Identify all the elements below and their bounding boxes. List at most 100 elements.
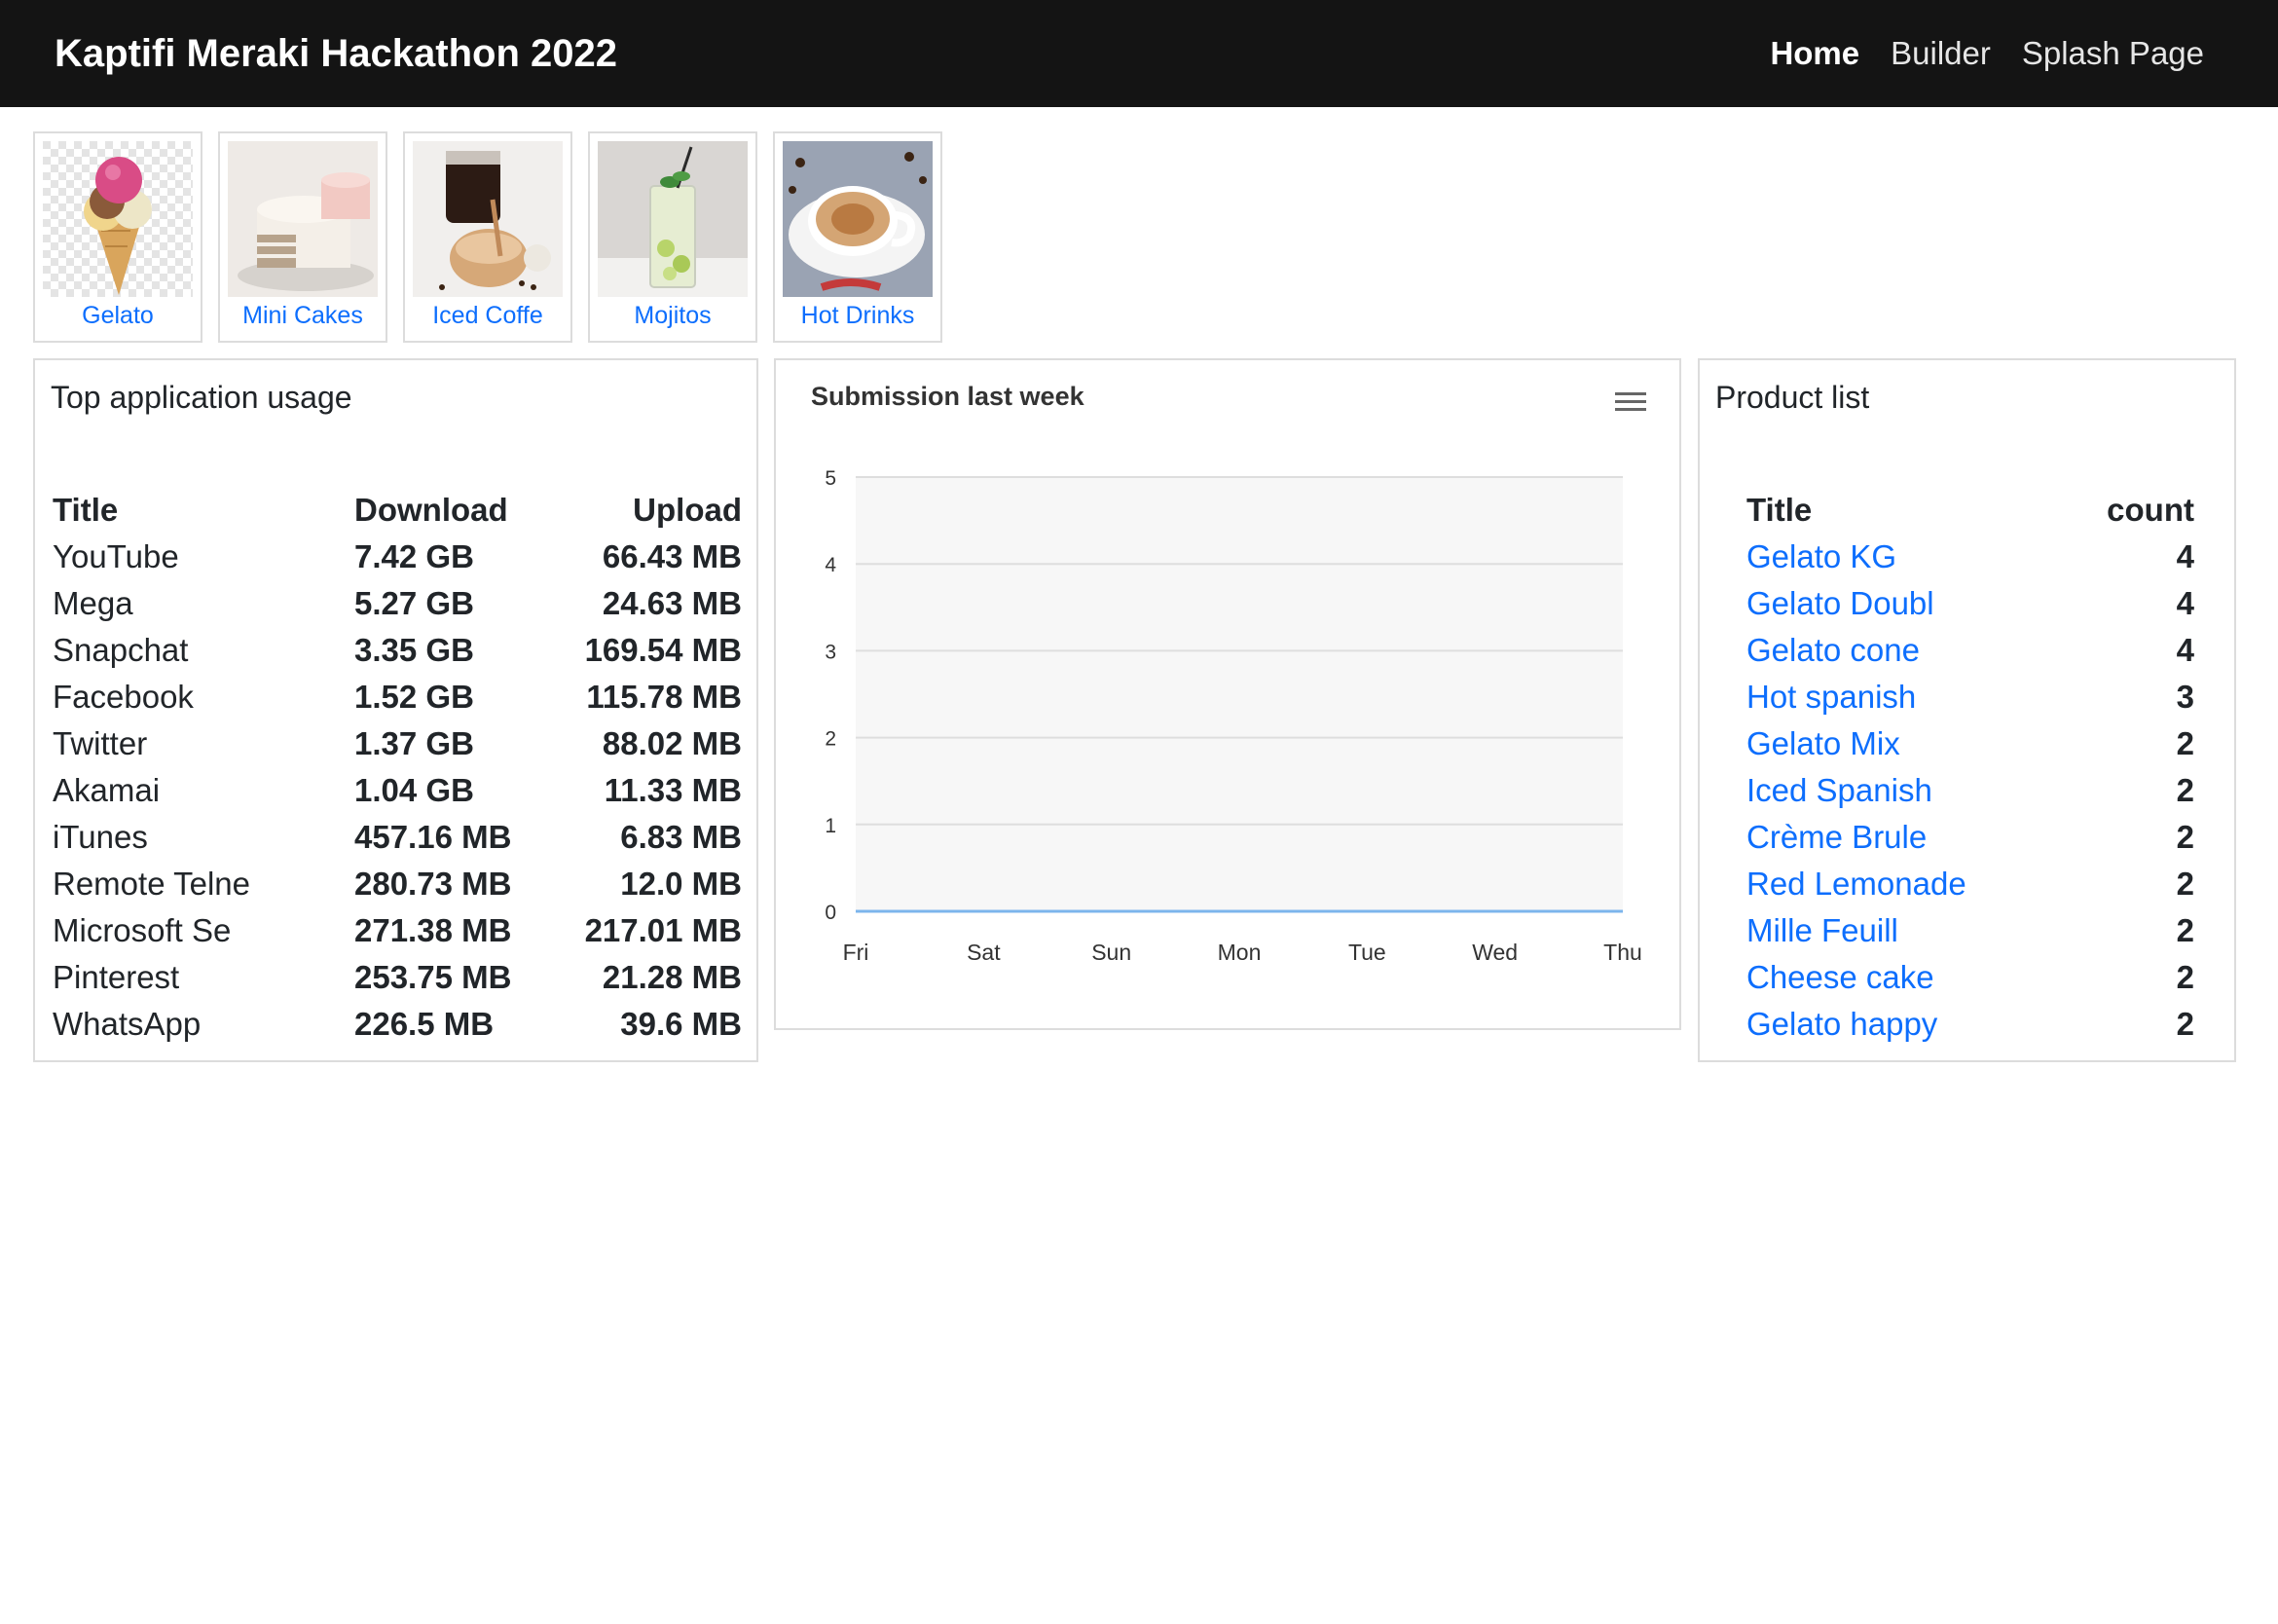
submission-chart-card: 0 1 2 3 4 5 Fri Sat Sun Mon Tue Wed Thu Submission l… (774, 358, 1681, 1030)
x-tick-label: Tue (1348, 940, 1386, 965)
upload-cell: 66.43 MB (602, 538, 742, 574)
app-usage-card: Top application usage Title Download Upl… (33, 358, 758, 1062)
download-cell: 1.04 GB (354, 772, 474, 808)
table-row: Remote Telne 280.73 MB 12.0 MB (53, 861, 742, 907)
product-count-cell: 3 (2176, 679, 2194, 715)
y-tick-label: 1 (825, 815, 836, 837)
download-cell: 253.75 MB (354, 959, 512, 995)
column-header-title: Title (1746, 492, 1813, 528)
product-link[interactable]: Gelato Doubl (1746, 580, 2068, 627)
product-link[interactable]: Gelato KG (1746, 534, 2068, 580)
y-tick-label: 4 (825, 554, 836, 576)
chart-title: Submission last week (811, 382, 1084, 411)
cake-icon (228, 141, 378, 297)
category-tile-mojitos[interactable]: Mojitos (588, 131, 757, 343)
product-list-title: Product list (1715, 380, 1870, 415)
y-tick-label: 5 (825, 467, 836, 490)
product-count-cell: 2 (2176, 866, 2194, 902)
x-tick-label: Sun (1091, 940, 1131, 965)
column-header-upload: Upload (633, 492, 742, 528)
upload-cell: 21.28 MB (602, 959, 742, 995)
navbar: Kaptifi Meraki Hackathon 2022 Home Build… (0, 0, 2278, 107)
product-link[interactable]: Mille Feuill (1746, 907, 2068, 954)
x-tick-label: Wed (1472, 940, 1518, 965)
nav-link-builder[interactable]: Builder (1891, 35, 1991, 72)
table-row: Crème Brule 2 (1746, 814, 2194, 861)
app-title-cell: Remote Telne (53, 866, 251, 902)
upload-cell: 88.02 MB (602, 725, 742, 761)
table-row: Gelato KG 4 (1746, 534, 2194, 580)
category-tile-iced-coffe[interactable]: Iced Coffe (403, 131, 572, 343)
brand-title[interactable]: Kaptifi Meraki Hackathon 2022 (55, 27, 617, 80)
x-tick-label: Fri (843, 940, 869, 965)
product-list-card: Product list Title count Gelato KG 4 Gelat… (1698, 358, 2236, 1062)
table-row: Iced Spanish 2 (1746, 767, 2194, 814)
product-count-cell: 4 (2176, 632, 2194, 668)
app-title-cell: Twitter (53, 725, 148, 761)
upload-cell: 12.0 MB (620, 866, 742, 902)
product-link[interactable]: Cheese cake (1746, 954, 2068, 1001)
table-row: Pinterest 253.75 MB 21.28 MB (53, 954, 742, 1001)
product-link[interactable]: Gelato Mix (1746, 720, 2068, 767)
product-count-cell: 2 (2176, 725, 2194, 761)
product-count-cell: 2 (2176, 959, 2194, 995)
table-row: iTunes 457.16 MB 6.83 MB (53, 814, 742, 861)
app-title-cell: Akamai (53, 772, 161, 808)
product-link[interactable]: Gelato happy (1746, 1001, 2068, 1048)
y-tick-label: 3 (825, 641, 836, 663)
app-title-cell: Mega (53, 585, 133, 621)
download-cell: 226.5 MB (354, 1006, 495, 1042)
column-header-title: Title (53, 492, 119, 528)
y-tick-label: 2 (825, 728, 836, 751)
upload-cell: 11.33 MB (604, 772, 742, 808)
product-list-table: Title count Gelato KG 4 Gelato Doubl 4 Gelat… (1746, 487, 2194, 1048)
download-cell: 1.52 GB (354, 679, 474, 715)
table-row: Hot spanish 3 (1746, 674, 2194, 720)
nav-link-home[interactable]: Home (1770, 35, 1859, 72)
product-link[interactable]: Crème Brule (1746, 814, 2068, 861)
table-row: Gelato happy 2 (1746, 1001, 2194, 1048)
table-row: YouTube 7.42 GB 66.43 MB (53, 534, 742, 580)
table-header-row: Title Download Upload (53, 487, 742, 534)
app-usage-title: Top application usage (51, 380, 352, 415)
product-link[interactable]: Red Lemonade (1746, 861, 2068, 907)
category-label: Mini Cakes (242, 302, 363, 329)
ice-cream-cone-icon (43, 141, 193, 297)
table-row: Gelato Doubl 4 (1746, 580, 2194, 627)
product-count-cell: 2 (2176, 772, 2194, 808)
upload-cell: 6.83 MB (620, 819, 742, 855)
product-link[interactable]: Iced Spanish (1746, 767, 2068, 814)
upload-cell: 217.01 MB (584, 912, 742, 948)
category-label: Mojitos (634, 302, 712, 329)
table-row: Twitter 1.37 GB 88.02 MB (53, 720, 742, 767)
upload-cell: 24.63 MB (602, 585, 742, 621)
x-tick-label: Mon (1218, 940, 1262, 965)
app-title-cell: YouTube (53, 538, 179, 574)
download-cell: 1.37 GB (354, 725, 474, 761)
app-title-cell: WhatsApp (53, 1006, 202, 1042)
mojito-glass-icon (598, 141, 748, 297)
app-title-cell: Snapchat (53, 632, 189, 668)
column-header-download: Download (354, 492, 508, 528)
product-link[interactable]: Gelato cone (1746, 627, 2068, 674)
download-cell: 271.38 MB (354, 912, 512, 948)
app-title-cell: Pinterest (53, 959, 180, 995)
category-label: Iced Coffe (432, 302, 543, 329)
download-cell: 3.35 GB (354, 632, 474, 668)
category-tile-hot-drinks[interactable]: Hot Drinks (773, 131, 942, 343)
coffee-cup-icon (783, 141, 933, 297)
download-cell: 7.42 GB (354, 538, 474, 574)
table-row: Facebook 1.52 GB 115.78 MB (53, 674, 742, 720)
nav-link-splash-page[interactable]: Splash Page (2022, 35, 2204, 72)
app-title-cell: Facebook (53, 679, 194, 715)
table-row: Snapchat 3.35 GB 169.54 MB (53, 627, 742, 674)
table-row: Gelato Mix 2 (1746, 720, 2194, 767)
product-count-cell: 2 (2176, 1006, 2194, 1042)
category-tile-mini-cakes[interactable]: Mini Cakes (218, 131, 387, 343)
download-cell: 457.16 MB (354, 819, 512, 855)
category-tile-gelato[interactable]: Gelato (33, 131, 202, 343)
table-row: Akamai 1.04 GB 11.33 MB (53, 767, 742, 814)
hamburger-menu-icon[interactable] (1613, 388, 1648, 415)
product-link[interactable]: Hot spanish (1746, 674, 2068, 720)
download-cell: 280.73 MB (354, 866, 512, 902)
